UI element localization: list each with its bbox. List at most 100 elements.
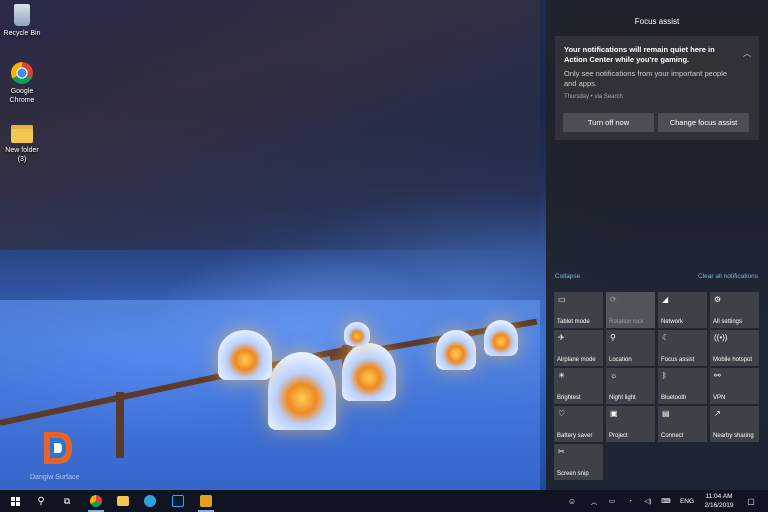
task-view-button[interactable]: ⧉ bbox=[56, 490, 78, 512]
wallpaper-lantern bbox=[436, 330, 476, 370]
quick-action-project[interactable]: ▣ Project bbox=[606, 406, 655, 442]
telegram-icon bbox=[144, 495, 156, 507]
quick-action-label: VPN bbox=[713, 395, 726, 401]
battery-saver-icon: ♡ bbox=[558, 409, 566, 418]
quick-action-screen-snip[interactable]: ✂ Screen snip bbox=[554, 444, 603, 480]
share-icon: ↗ bbox=[714, 409, 721, 418]
quick-action-label: Connect bbox=[661, 433, 684, 439]
desktop-icon-recycle-bin[interactable]: Recycle Bin bbox=[2, 4, 42, 38]
snip-icon: ✂ bbox=[558, 447, 565, 456]
chrome-icon bbox=[90, 495, 102, 507]
quick-action-label: Focus assist bbox=[661, 357, 695, 363]
folder-icon bbox=[11, 125, 33, 143]
quick-action-label: Nearby sharing bbox=[713, 433, 754, 439]
night-light-icon: ☼ bbox=[610, 371, 618, 380]
action-center-title: Focus assist bbox=[634, 17, 680, 26]
search-button[interactable]: ⚲ bbox=[30, 490, 52, 512]
taskbar: ⚲ ⧉ ☺ ︿ ▭ ◔ ◁) ⌨ ENG 11:04 AM 2/16/2019 … bbox=[0, 490, 768, 512]
notifications-icon: ▢ bbox=[747, 496, 755, 506]
taskbar-app-file-explorer[interactable] bbox=[112, 490, 134, 512]
language-indicator[interactable]: ENG bbox=[679, 490, 695, 512]
chevron-up-icon[interactable]: ︿ bbox=[588, 490, 600, 512]
quick-action-label: Network bbox=[661, 319, 684, 325]
quick-action-label: Airplane mode bbox=[557, 357, 596, 363]
watermark-logo-icon bbox=[44, 432, 72, 464]
desktop-icon-label: New folder (3) bbox=[5, 147, 39, 163]
notification-body: Only see notifications from your importa… bbox=[564, 69, 727, 88]
quick-action-focus-assist[interactable]: ☾ Focus assist bbox=[658, 330, 707, 366]
wallpaper-lantern bbox=[218, 330, 272, 380]
quick-action-tablet-mode[interactable]: ▭ Tablet mode bbox=[554, 292, 603, 328]
desktop-icon-label: Google Chrome bbox=[9, 88, 35, 104]
quick-action-airplane-mode[interactable]: ✈ Airplane mode bbox=[554, 330, 603, 366]
action-center-panel: Focus assist Your notifications will rem… bbox=[546, 0, 768, 490]
wallpaper-mountain bbox=[0, 0, 540, 250]
quick-action-all-settings[interactable]: ⚙ All settings bbox=[710, 292, 759, 328]
rotation-icon: ⟳ bbox=[610, 295, 617, 304]
quick-action-vpn[interactable]: ⚯ VPN bbox=[710, 368, 759, 404]
quick-action-connect[interactable]: ▤ Connect bbox=[658, 406, 707, 442]
quick-action-label: Tablet mode bbox=[557, 319, 590, 325]
chrome-icon bbox=[11, 62, 33, 84]
quick-action-label: Screen snip bbox=[557, 471, 589, 477]
keyboard-icon[interactable]: ⌨ bbox=[660, 490, 672, 512]
wallpaper-lantern bbox=[268, 352, 336, 430]
media-app-icon bbox=[200, 495, 212, 507]
collapse-link[interactable]: Collapse bbox=[555, 273, 580, 280]
desktop-icon-google-chrome[interactable]: Google Chrome bbox=[2, 62, 42, 105]
photoshop-icon bbox=[172, 495, 184, 507]
quick-action-network[interactable]: ◢ Network bbox=[658, 292, 707, 328]
quick-action-battery-saver[interactable]: ♡ Battery saver bbox=[554, 406, 603, 442]
watermark-text: Dangiw Surface bbox=[30, 474, 80, 481]
notification-center-button[interactable]: ▢ bbox=[744, 490, 758, 512]
location-icon: ⚲ bbox=[610, 333, 616, 342]
connect-icon: ▤ bbox=[662, 409, 670, 418]
wallpaper-lantern bbox=[344, 322, 370, 346]
hotspot-icon: ((•)) bbox=[714, 333, 728, 342]
quick-action-label: Brightest bbox=[557, 395, 581, 401]
airplane-icon: ✈ bbox=[558, 333, 565, 342]
quick-action-label: Rotation lock bbox=[609, 319, 644, 325]
quick-action-label: Night light bbox=[609, 395, 636, 401]
quick-action-label: All settings bbox=[713, 319, 743, 325]
battery-icon[interactable]: ▭ bbox=[606, 490, 618, 512]
focus-assist-notification[interactable]: Your notifications will remain quiet her… bbox=[555, 36, 759, 140]
taskbar-app-media[interactable] bbox=[195, 490, 217, 512]
quick-action-label: Battery saver bbox=[557, 433, 593, 439]
quick-action-mobile-hotspot[interactable]: ((•)) Mobile hotspot bbox=[710, 330, 759, 366]
people-icon[interactable]: ☺ bbox=[565, 490, 579, 512]
turn-off-now-button[interactable]: Turn off now bbox=[563, 113, 654, 132]
taskbar-app-photoshop[interactable] bbox=[167, 490, 189, 512]
taskbar-app-telegram[interactable] bbox=[139, 490, 161, 512]
bluetooth-icon: ᛒ bbox=[662, 371, 667, 380]
taskbar-app-chrome[interactable] bbox=[85, 490, 107, 512]
vpn-icon: ⚯ bbox=[714, 371, 721, 380]
quick-action-night-light[interactable]: ☼ Night light bbox=[606, 368, 655, 404]
quick-action-label: Bluetooth bbox=[661, 395, 687, 401]
quick-action-rotation-lock[interactable]: ⟳ Rotation lock bbox=[606, 292, 655, 328]
notification-heading: Your notifications will remain quiet her… bbox=[564, 45, 715, 64]
change-focus-assist-button[interactable]: Change focus assist bbox=[658, 113, 749, 132]
moon-icon: ☾ bbox=[662, 333, 670, 342]
wallpaper-lantern bbox=[342, 343, 396, 401]
taskbar-clock[interactable]: 11:04 AM 2/16/2019 bbox=[697, 492, 741, 510]
chevron-up-icon[interactable]: ︿ bbox=[743, 48, 751, 59]
quick-action-brightness[interactable]: ☀ Brightest bbox=[554, 368, 603, 404]
quick-action-label: Mobile hotspot bbox=[713, 357, 753, 363]
network-icon: ◢ bbox=[662, 295, 669, 304]
clear-all-notifications-link[interactable]: Clear all notifications bbox=[698, 273, 758, 280]
wallpaper-fence-post bbox=[116, 392, 124, 458]
clock-date: 2/16/2019 bbox=[704, 502, 734, 509]
project-icon: ▣ bbox=[610, 409, 618, 418]
start-button[interactable] bbox=[4, 490, 26, 512]
windows-logo-icon bbox=[10, 496, 20, 506]
brightness-icon: ☀ bbox=[558, 371, 566, 380]
network-icon[interactable]: ◔ bbox=[624, 490, 636, 512]
quick-action-nearby-sharing[interactable]: ↗ Nearby sharing bbox=[710, 406, 759, 442]
quick-action-label: Project bbox=[609, 433, 628, 439]
notification-meta: Thursday • via Search bbox=[564, 94, 623, 100]
volume-icon[interactable]: ◁) bbox=[642, 490, 654, 512]
quick-action-bluetooth[interactable]: ᛒ Bluetooth bbox=[658, 368, 707, 404]
desktop-icon-new-folder[interactable]: New folder (3) bbox=[2, 122, 42, 164]
quick-action-location[interactable]: ⚲ Location bbox=[606, 330, 655, 366]
